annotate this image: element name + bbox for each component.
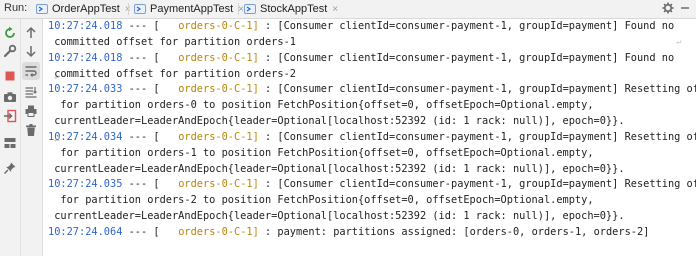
- test-run-icon: [244, 4, 256, 14]
- tab-orderapptest[interactable]: OrderAppTest ×: [36, 0, 131, 18]
- log-line: currentLeader=LeaderAndEpoch{leader=Opti…: [48, 210, 625, 222]
- tab-paymentapptest[interactable]: PaymentAppTest ×: [134, 0, 244, 18]
- camera-icon[interactable]: [3, 90, 17, 104]
- pin-icon[interactable]: [3, 161, 17, 175]
- log-line: 10:27:24.018 --- [ orders-0-C-1] : [Cons…: [48, 20, 675, 32]
- wrap-mark-icon: ↵: [676, 37, 682, 47]
- test-run-icon: [134, 4, 146, 14]
- scroll-to-end-icon[interactable]: [24, 85, 38, 99]
- log-line: committed offset for partition orders-1: [48, 36, 296, 48]
- tab-label: StockAppTest: [260, 3, 328, 15]
- console-actions-toolbar: [21, 19, 43, 256]
- run-toolbar: Run: OrderAppTest × PaymentAppTest × Sto…: [0, 0, 696, 19]
- log-line: for partition orders-1 to position Fetch…: [48, 147, 594, 159]
- console-output[interactable]: 10:27:24.018 --- [ orders-0-C-1] : [Cons…: [48, 19, 696, 256]
- log-line: currentLeader=LeaderAndEpoch{leader=Opti…: [48, 115, 625, 127]
- run-label: Run:: [4, 2, 28, 14]
- stop-icon[interactable]: [3, 69, 17, 83]
- wrap-mark-icon: ↵: [54, 135, 60, 145]
- minimize-icon[interactable]: [680, 0, 690, 19]
- trash-icon[interactable]: [24, 123, 38, 137]
- gear-icon[interactable]: [662, 2, 674, 17]
- log-line: for partition orders-2 to position Fetch…: [48, 194, 594, 206]
- tab-label: OrderAppTest: [52, 3, 120, 15]
- layout-icon[interactable]: [3, 136, 17, 150]
- tab-stockapptest[interactable]: StockAppTest ×: [244, 0, 338, 18]
- rerun-icon[interactable]: [3, 26, 17, 40]
- test-run-icon: [36, 4, 48, 14]
- exit-icon[interactable]: [3, 109, 17, 123]
- close-icon[interactable]: ×: [332, 4, 338, 15]
- log-line: 10:27:24.034 --- [ orders-0-C-1] : [Cons…: [48, 131, 696, 143]
- arrow-down-icon[interactable]: [24, 44, 38, 58]
- log-line: currentLeader=LeaderAndEpoch{leader=Opti…: [48, 163, 625, 175]
- run-actions-toolbar: [0, 19, 21, 256]
- log-line: 10:27:24.018 --- [ orders-0-C-1] : [Cons…: [48, 52, 675, 64]
- log-line: 10:27:24.035 --- [ orders-0-C-1] : [Cons…: [48, 178, 696, 190]
- log-line: for partition orders-0 to position Fetch…: [48, 99, 594, 111]
- soft-wrap-icon[interactable]: [22, 62, 40, 80]
- log-line: committed offset for partition orders-2: [48, 68, 296, 80]
- print-icon[interactable]: [24, 104, 38, 118]
- arrow-up-icon[interactable]: [24, 26, 38, 40]
- log-line: 10:27:24.033 --- [ orders-0-C-1] : [Cons…: [48, 83, 696, 95]
- tab-label: PaymentAppTest: [150, 3, 234, 15]
- wrench-icon[interactable]: [3, 44, 17, 58]
- wrap-mark-icon: ↵: [54, 72, 60, 82]
- log-line: 10:27:24.064 --- [ orders-0-C-1] : payme…: [48, 226, 650, 238]
